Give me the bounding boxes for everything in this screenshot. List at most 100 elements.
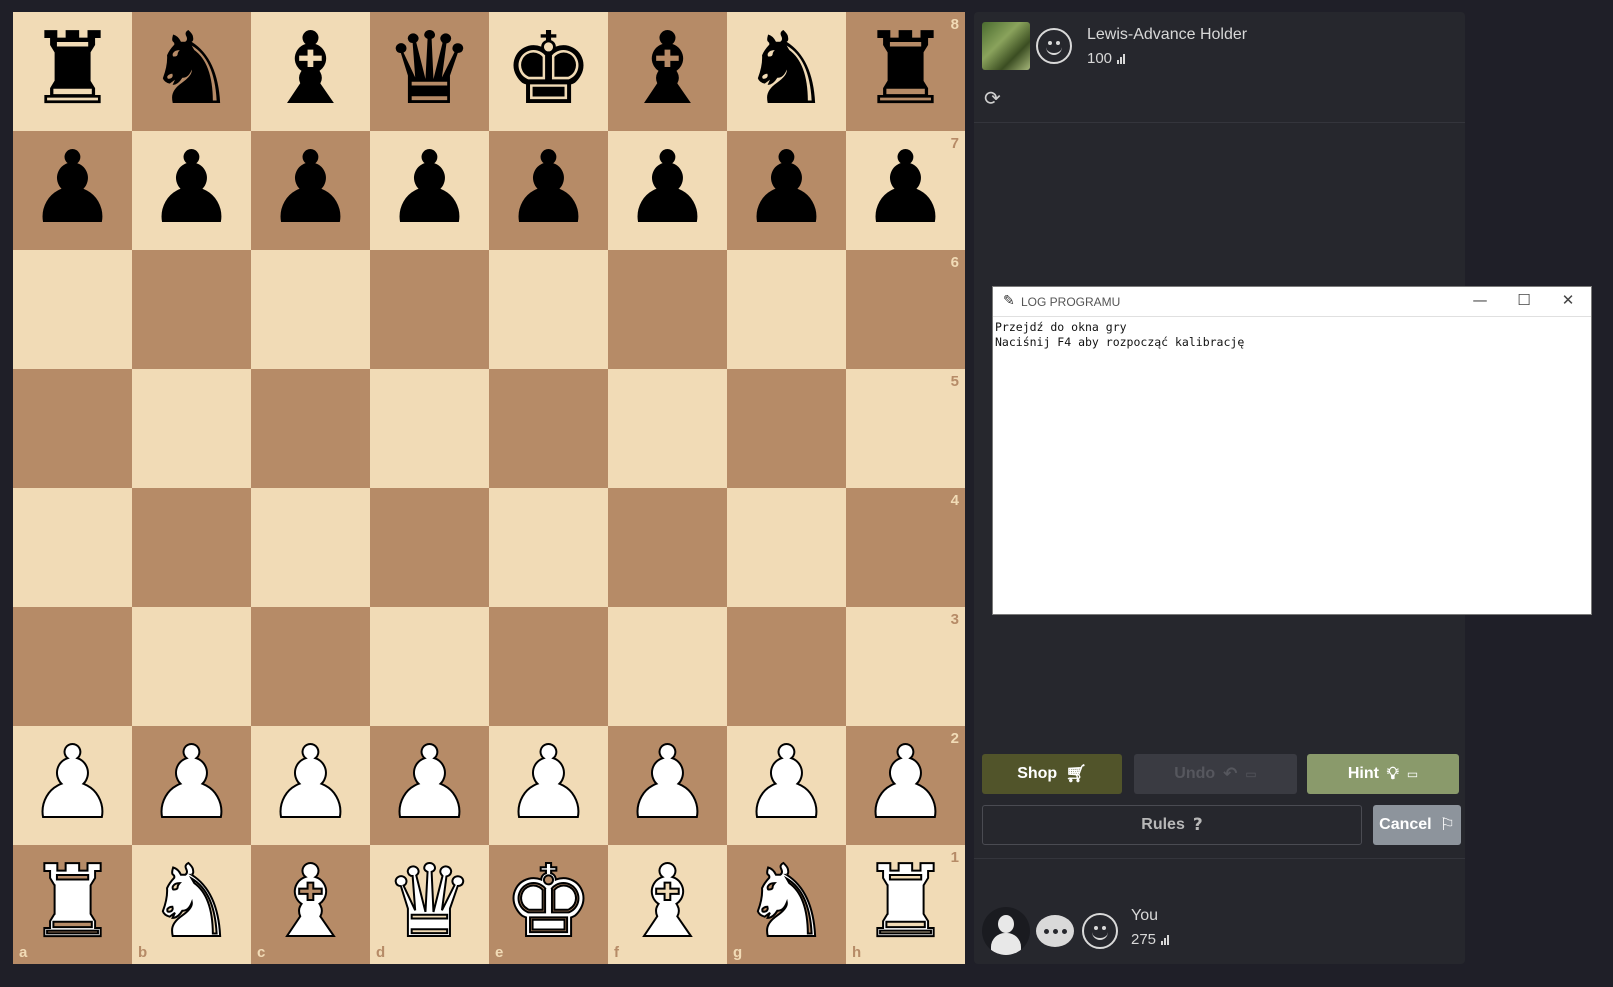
square-f7[interactable]: ♟︎ bbox=[608, 131, 727, 250]
white-pawn-icon[interactable]: ♟︎ bbox=[265, 731, 357, 833]
square-c3[interactable] bbox=[251, 607, 370, 726]
hint-button[interactable]: Hint 💡︎ ▭ bbox=[1307, 754, 1459, 794]
square-d6[interactable] bbox=[370, 250, 489, 369]
maximize-icon[interactable]: ☐ bbox=[1509, 291, 1539, 309]
refresh-icon[interactable]: ⟳ bbox=[984, 86, 1001, 110]
square-h6[interactable]: 6 bbox=[846, 250, 965, 369]
square-f5[interactable] bbox=[608, 369, 727, 488]
square-b7[interactable]: ♟︎ bbox=[132, 131, 251, 250]
square-b6[interactable] bbox=[132, 250, 251, 369]
white-pawn-icon[interactable]: ♟︎ bbox=[860, 731, 952, 833]
close-icon[interactable]: ✕ bbox=[1553, 291, 1583, 309]
log-text[interactable]: Przejdź do okna gry Naciśnij F4 aby rozp… bbox=[993, 317, 1591, 353]
square-a5[interactable] bbox=[13, 369, 132, 488]
white-pawn-icon[interactable]: ♟︎ bbox=[622, 731, 714, 833]
square-c8[interactable]: ♝︎ bbox=[251, 12, 370, 131]
emoji-smile-icon[interactable] bbox=[1082, 913, 1118, 949]
square-c2[interactable]: ♟︎ bbox=[251, 726, 370, 845]
square-g8[interactable]: ♞︎ bbox=[727, 12, 846, 131]
square-h7[interactable]: 7 ♟︎ bbox=[846, 131, 965, 250]
black-pawn-icon[interactable]: ♟︎ bbox=[623, 137, 713, 238]
black-knight-icon[interactable]: ♞︎ bbox=[742, 18, 832, 119]
square-d4[interactable] bbox=[370, 488, 489, 607]
square-a6[interactable] bbox=[13, 250, 132, 369]
square-e3[interactable] bbox=[489, 607, 608, 726]
square-c6[interactable] bbox=[251, 250, 370, 369]
square-b3[interactable] bbox=[132, 607, 251, 726]
square-e1[interactable]: e ♚︎ bbox=[489, 845, 608, 964]
square-e4[interactable] bbox=[489, 488, 608, 607]
square-c1[interactable]: c ♝︎ bbox=[251, 845, 370, 964]
square-b4[interactable] bbox=[132, 488, 251, 607]
black-rook-icon[interactable]: ♜︎ bbox=[861, 18, 951, 119]
black-pawn-icon[interactable]: ♟︎ bbox=[504, 137, 594, 238]
square-a7[interactable]: ♟︎ bbox=[13, 131, 132, 250]
white-pawn-icon[interactable]: ♟︎ bbox=[384, 731, 476, 833]
shop-button[interactable]: Shop 🛒︎ bbox=[982, 754, 1122, 794]
window-titlebar[interactable]: ✎ LOG PROGRAMU — ☐ ✕ bbox=[993, 287, 1591, 317]
white-pawn-icon[interactable]: ♟︎ bbox=[27, 731, 119, 833]
white-knight-icon[interactable]: ♞︎ bbox=[146, 850, 238, 952]
square-b2[interactable]: ♟︎ bbox=[132, 726, 251, 845]
square-a2[interactable]: ♟︎ bbox=[13, 726, 132, 845]
black-pawn-icon[interactable]: ♟︎ bbox=[742, 137, 832, 238]
square-e6[interactable] bbox=[489, 250, 608, 369]
white-pawn-icon[interactable]: ♟︎ bbox=[741, 731, 833, 833]
white-queen-icon[interactable]: ♛︎ bbox=[384, 850, 476, 952]
white-rook-icon[interactable]: ♜︎ bbox=[27, 850, 119, 952]
black-pawn-icon[interactable]: ♟︎ bbox=[147, 137, 237, 238]
black-pawn-icon[interactable]: ♟︎ bbox=[385, 137, 475, 238]
square-e5[interactable] bbox=[489, 369, 608, 488]
square-b1[interactable]: b ♞︎ bbox=[132, 845, 251, 964]
square-f4[interactable] bbox=[608, 488, 727, 607]
cancel-button[interactable]: Cancel ⚐ bbox=[1373, 805, 1461, 845]
square-h4[interactable]: 4 bbox=[846, 488, 965, 607]
square-h3[interactable]: 3 bbox=[846, 607, 965, 726]
black-pawn-icon[interactable]: ♟︎ bbox=[266, 137, 356, 238]
black-rook-icon[interactable]: ♜︎ bbox=[28, 18, 118, 119]
white-king-icon[interactable]: ♚︎ bbox=[503, 850, 595, 952]
square-c5[interactable] bbox=[251, 369, 370, 488]
square-e7[interactable]: ♟︎ bbox=[489, 131, 608, 250]
square-g4[interactable] bbox=[727, 488, 846, 607]
square-d5[interactable] bbox=[370, 369, 489, 488]
square-g1[interactable]: g ♞︎ bbox=[727, 845, 846, 964]
square-g7[interactable]: ♟︎ bbox=[727, 131, 846, 250]
rules-button[interactable]: Rules ? bbox=[982, 805, 1362, 845]
black-queen-icon[interactable]: ♛︎ bbox=[385, 18, 475, 119]
black-pawn-icon[interactable]: ♟︎ bbox=[28, 137, 118, 238]
square-h8[interactable]: 8 ♜︎ bbox=[846, 12, 965, 131]
square-h5[interactable]: 5 bbox=[846, 369, 965, 488]
minimize-icon[interactable]: — bbox=[1465, 291, 1495, 309]
white-knight-icon[interactable]: ♞︎ bbox=[741, 850, 833, 952]
black-knight-icon[interactable]: ♞︎ bbox=[147, 18, 237, 119]
chat-icon[interactable] bbox=[1036, 915, 1074, 947]
square-a1[interactable]: a ♜︎ bbox=[13, 845, 132, 964]
white-bishop-icon[interactable]: ♝︎ bbox=[622, 850, 714, 952]
square-g2[interactable]: ♟︎ bbox=[727, 726, 846, 845]
square-a3[interactable] bbox=[13, 607, 132, 726]
square-g6[interactable] bbox=[727, 250, 846, 369]
undo-button[interactable]: Undo ↶ ▭ bbox=[1134, 754, 1297, 794]
square-g5[interactable] bbox=[727, 369, 846, 488]
square-a8[interactable]: ♜︎ bbox=[13, 12, 132, 131]
square-a4[interactable] bbox=[13, 488, 132, 607]
square-f6[interactable] bbox=[608, 250, 727, 369]
emoji-smile-icon[interactable] bbox=[1036, 28, 1072, 64]
square-h2[interactable]: 2 ♟︎ bbox=[846, 726, 965, 845]
log-window[interactable]: ✎ LOG PROGRAMU — ☐ ✕ Przejdź do okna gry… bbox=[992, 286, 1592, 615]
black-bishop-icon[interactable]: ♝︎ bbox=[266, 18, 356, 119]
square-h1[interactable]: 1 h ♜︎ bbox=[846, 845, 965, 964]
black-bishop-icon[interactable]: ♝︎ bbox=[623, 18, 713, 119]
square-d2[interactable]: ♟︎ bbox=[370, 726, 489, 845]
square-d3[interactable] bbox=[370, 607, 489, 726]
square-e8[interactable]: ♚︎ bbox=[489, 12, 608, 131]
square-f8[interactable]: ♝︎ bbox=[608, 12, 727, 131]
white-pawn-icon[interactable]: ♟︎ bbox=[503, 731, 595, 833]
white-bishop-icon[interactable]: ♝︎ bbox=[265, 850, 357, 952]
square-e2[interactable]: ♟︎ bbox=[489, 726, 608, 845]
square-b8[interactable]: ♞︎ bbox=[132, 12, 251, 131]
black-pawn-icon[interactable]: ♟︎ bbox=[861, 137, 951, 238]
chess-board[interactable]: ♜︎ ♞︎ ♝︎ ♛︎ ♚︎ ♝︎ ♞︎ 8 ♜︎ ♟︎ ♟︎ ♟︎ ♟︎ ♟︎ ♟︎ ♟︎ 7 ♟︎ 6 5 4 3 ♟︎… bbox=[13, 12, 965, 964]
white-pawn-icon[interactable]: ♟︎ bbox=[146, 731, 238, 833]
